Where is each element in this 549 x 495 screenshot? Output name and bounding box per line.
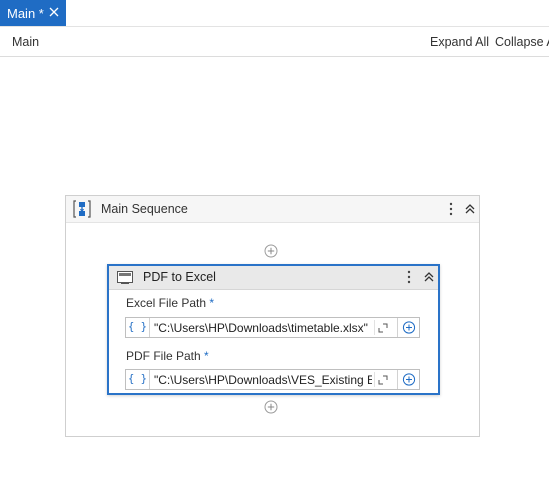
expand-editor-icon[interactable] (374, 372, 395, 387)
pdf-file-path-label-text: PDF File Path (126, 349, 201, 363)
excel-file-path-label: Excel File Path * (126, 296, 214, 310)
breadcrumb[interactable]: Main (12, 35, 39, 49)
add-activity-icon[interactable] (264, 244, 278, 258)
expand-all-button[interactable]: Expand All (430, 35, 489, 49)
tab-main[interactable]: Main * (0, 0, 66, 26)
expand-editor-icon[interactable] (374, 320, 395, 335)
close-icon[interactable] (48, 6, 60, 18)
expression-braces-icon[interactable]: { } (126, 370, 150, 389)
collapse-chevron-icon[interactable] (464, 203, 476, 215)
excel-file-path-field[interactable]: { } "C:\Users\HP\Downloads\timetable.xls… (125, 317, 420, 338)
activity-header: PDF to Excel (109, 266, 438, 290)
more-options-icon[interactable] (449, 202, 453, 216)
pdf-file-path-label: PDF File Path * (126, 349, 209, 363)
pdf-excel-icon (117, 271, 133, 284)
tab-main-label: Main * (7, 5, 44, 21)
collapse-chevron-icon[interactable] (423, 271, 435, 283)
sequence-icon (73, 200, 91, 218)
more-options-icon[interactable] (407, 270, 411, 284)
add-variable-icon[interactable] (397, 318, 420, 337)
excel-file-path-value[interactable]: "C:\Users\HP\Downloads\timetable.xlsx" (154, 321, 372, 335)
pdf-file-path-field[interactable]: { } "C:\Users\HP\Downloads\VES_Existing … (125, 369, 420, 390)
excel-file-path-label-text: Excel File Path (126, 296, 207, 310)
sequence-title: Main Sequence (101, 202, 188, 216)
designer-toolbar: Main Expand All Collapse All (0, 27, 549, 57)
expression-braces-icon[interactable]: { } (126, 318, 150, 337)
pdf-file-path-value[interactable]: "C:\Users\HP\Downloads\VES_Existing Enro… (154, 373, 372, 387)
required-marker: * (204, 349, 209, 363)
sequence-header: Main Sequence (66, 196, 479, 223)
pdf-to-excel-activity[interactable]: PDF to Excel Excel File Path * { } "C:\U… (107, 264, 440, 395)
add-variable-icon[interactable] (397, 370, 420, 389)
add-activity-icon[interactable] (264, 400, 278, 414)
collapse-all-button[interactable]: Collapse All (495, 35, 549, 49)
required-marker: * (209, 296, 215, 310)
activity-title: PDF to Excel (143, 270, 216, 284)
document-tab-strip: Main * (0, 0, 549, 27)
